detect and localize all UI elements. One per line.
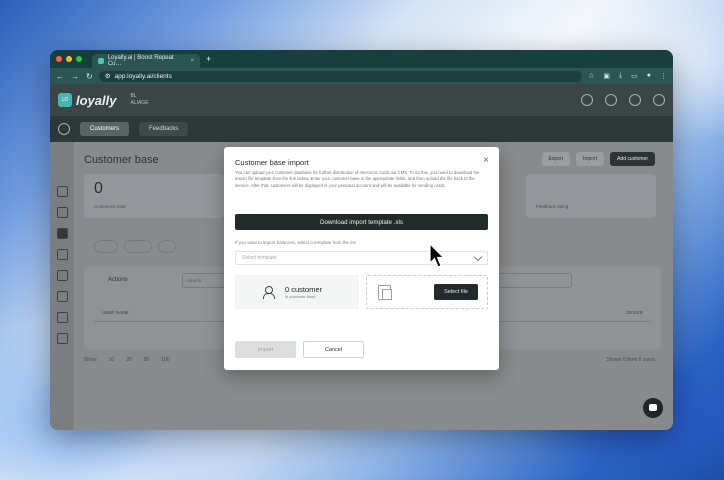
mouse-cursor-icon — [429, 243, 445, 268]
settings-icon[interactable] — [56, 333, 68, 344]
site-info-icon[interactable]: ⚙ — [105, 72, 111, 80]
language-icon[interactable] — [629, 94, 641, 106]
template-hint: If you want to import balances, select a… — [235, 240, 356, 245]
tab-customers[interactable]: Customers — [80, 122, 130, 136]
home-icon[interactable] — [56, 186, 68, 197]
chevron-down-icon — [473, 252, 483, 261]
import-submit-button[interactable]: Import — [235, 341, 296, 358]
extensions-icon[interactable]: ▣ — [603, 72, 610, 80]
page-size-option[interactable]: 10 — [109, 357, 115, 363]
profile-avatar-icon[interactable]: ● — [647, 72, 651, 80]
show-label: Show — [84, 357, 97, 363]
org-label: BL — [130, 93, 137, 99]
org-name: ALIAGE — [130, 100, 149, 106]
tab-strip: Loyally.ai | Boost Repeat Cu… × + — [50, 50, 673, 68]
logo-text: loyally — [76, 92, 117, 108]
feedback-rating-card: Feedback rating — [526, 174, 656, 218]
filter-chip[interactable] — [94, 240, 119, 253]
app-logo[interactable]: LO loyally — [58, 93, 116, 108]
split-view-icon[interactable]: ▭ — [631, 72, 638, 80]
page-size-selector: Show 10 20 50 100 — [84, 357, 170, 363]
page-size-option[interactable]: 20 — [126, 357, 132, 363]
customer-count-value: 0 customer — [285, 285, 323, 294]
left-sidebar — [50, 142, 74, 430]
cancel-button[interactable]: Cancel — [303, 341, 364, 358]
maximize-window-button[interactable] — [76, 56, 82, 62]
address-bar[interactable]: ⚙ app.loyally.ai/clients — [98, 70, 583, 82]
pagination-range: Shown 0 from 0 users — [606, 357, 655, 363]
window-controls — [56, 56, 82, 62]
user-account-icon[interactable] — [653, 94, 665, 106]
customers-icon[interactable] — [56, 228, 68, 239]
org-selector[interactable]: BL ALIAGE — [130, 93, 148, 107]
notifications-bell-icon[interactable] — [581, 94, 593, 106]
favicon-icon — [98, 58, 104, 64]
page-size-option[interactable]: 100 — [161, 357, 169, 363]
select-file-button[interactable]: Select file — [434, 284, 478, 300]
download-icon[interactable]: ⤓ — [619, 72, 622, 80]
tab-title: Loyally.ai | Boost Repeat Cu… — [107, 55, 174, 67]
import-modal: Customer base import × You can upload yo… — [224, 147, 499, 370]
file-icon — [378, 285, 392, 300]
import-button[interactable]: Import — [575, 152, 605, 166]
modal-description: You can upload your customer database fo… — [235, 170, 480, 188]
chat-support-button[interactable] — [643, 398, 663, 418]
close-window-button[interactable] — [56, 56, 62, 62]
cards-icon[interactable] — [56, 207, 68, 218]
address-bar-row: ← → ↻ ⚙ app.loyally.ai/clients ☆ ▣ ⤓ ▭ ●… — [50, 68, 673, 84]
minimize-window-button[interactable] — [66, 56, 72, 62]
info-icon[interactable] — [605, 94, 617, 106]
column-header[interactable]: USER NAME — [102, 310, 129, 315]
column-header[interactable]: DEVICE — [626, 310, 643, 315]
browser-menu-icon[interactable]: ⋮ — [660, 72, 667, 80]
forward-icon[interactable]: → — [71, 72, 79, 81]
actions-dropdown[interactable]: Actions — [108, 277, 128, 283]
logo-badge-icon: LO — [58, 93, 72, 107]
users-icon[interactable] — [56, 312, 68, 323]
integrations-icon[interactable] — [56, 270, 68, 281]
download-template-button[interactable]: Download import template .xls — [235, 214, 488, 230]
feedback-rating-label: Feedback rating — [536, 204, 569, 209]
customers-total-label: Customers total — [94, 204, 126, 209]
filter-chip[interactable] — [124, 240, 152, 253]
template-select-placeholder: Select template — [242, 255, 277, 261]
customers-section-icon[interactable] — [58, 123, 70, 135]
url-text: app.loyally.ai/clients — [114, 72, 172, 80]
customers-total-card: 0 Customers total — [84, 174, 224, 218]
template-select[interactable]: Select template — [235, 251, 488, 265]
new-tab-button[interactable]: + — [206, 54, 211, 64]
page-title: Customer base — [84, 154, 159, 166]
security-icon[interactable] — [56, 291, 68, 302]
browser-tab[interactable]: Loyally.ai | Boost Repeat Cu… × — [92, 54, 200, 68]
customer-count-card: 0 customer in customer base — [235, 275, 359, 309]
add-customer-button[interactable]: Add customer — [610, 152, 655, 166]
app-header: LO loyally BL ALIAGE — [50, 84, 673, 116]
file-drop-zone[interactable]: Select file — [366, 275, 488, 309]
messages-icon[interactable] — [56, 249, 68, 260]
close-icon[interactable]: × — [483, 155, 489, 166]
tab-feedbacks[interactable]: Feedbacks — [139, 122, 189, 136]
reload-icon[interactable]: ↻ — [86, 72, 93, 81]
customer-count-sub: in customer base — [285, 294, 316, 299]
customers-total-value: 0 — [94, 180, 103, 197]
back-icon[interactable]: ← — [56, 72, 64, 81]
page-size-option[interactable]: 50 — [144, 357, 150, 363]
customers-icon — [263, 286, 277, 299]
close-tab-icon[interactable]: × — [190, 58, 194, 64]
sub-navigation: Customers Feedbacks — [50, 116, 673, 142]
filter-chips — [94, 240, 176, 253]
modal-title: Customer base import — [235, 158, 309, 167]
export-button[interactable]: Export — [541, 152, 570, 166]
filter-chip[interactable] — [157, 240, 176, 253]
bookmark-star-icon[interactable]: ☆ — [588, 72, 594, 80]
